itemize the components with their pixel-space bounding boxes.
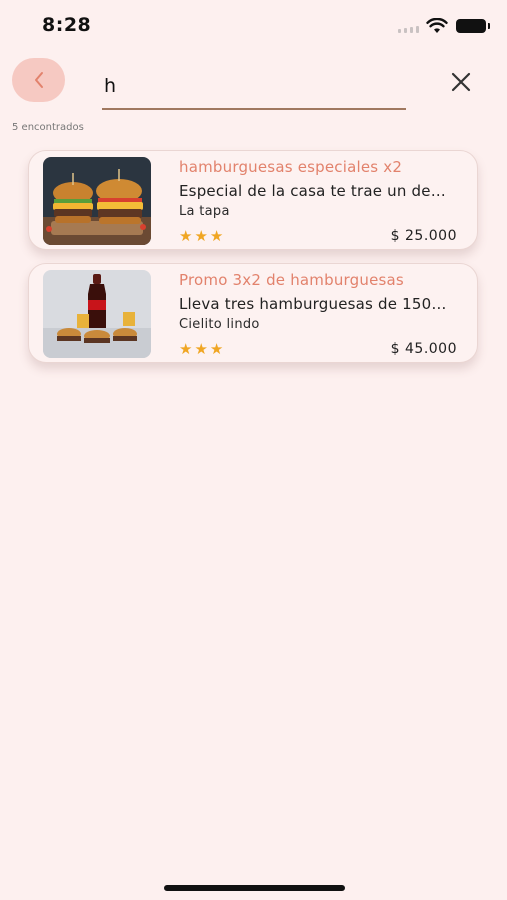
search-input[interactable]: [102, 64, 406, 110]
store-name: Cielito lindo: [179, 317, 260, 332]
product-description: Lleva tres hamburguesas de 150…: [179, 295, 447, 313]
close-icon[interactable]: [448, 69, 474, 95]
results-count: 5 encontrados: [12, 122, 84, 133]
product-image: [43, 270, 151, 358]
product-title: Promo 3x2 de hamburguesas: [179, 271, 404, 289]
wifi-icon: [426, 18, 448, 33]
rating-stars: ★★★: [179, 340, 226, 358]
product-price: $ 25.000: [390, 228, 457, 244]
result-card[interactable]: Promo 3x2 de hamburguesas Lleva tres ham…: [28, 263, 478, 363]
status-bar: 8:28: [0, 0, 507, 52]
product-price: $ 45.000: [390, 341, 457, 357]
status-time: 8:28: [42, 14, 92, 36]
store-name: La tapa: [179, 204, 230, 219]
chevron-left-icon: [34, 72, 43, 88]
back-button[interactable]: [12, 58, 65, 102]
battery-icon: [456, 19, 490, 33]
product-title: hamburguesas especiales x2: [179, 158, 403, 176]
product-description: Especial de la casa te trae un de…: [179, 182, 446, 200]
cellular-signal-icon: [398, 26, 419, 33]
result-card[interactable]: hamburguesas especiales x2 Especial de l…: [28, 150, 478, 250]
home-indicator[interactable]: [164, 885, 345, 891]
rating-stars: ★★★: [179, 227, 226, 245]
product-image: [43, 157, 151, 245]
